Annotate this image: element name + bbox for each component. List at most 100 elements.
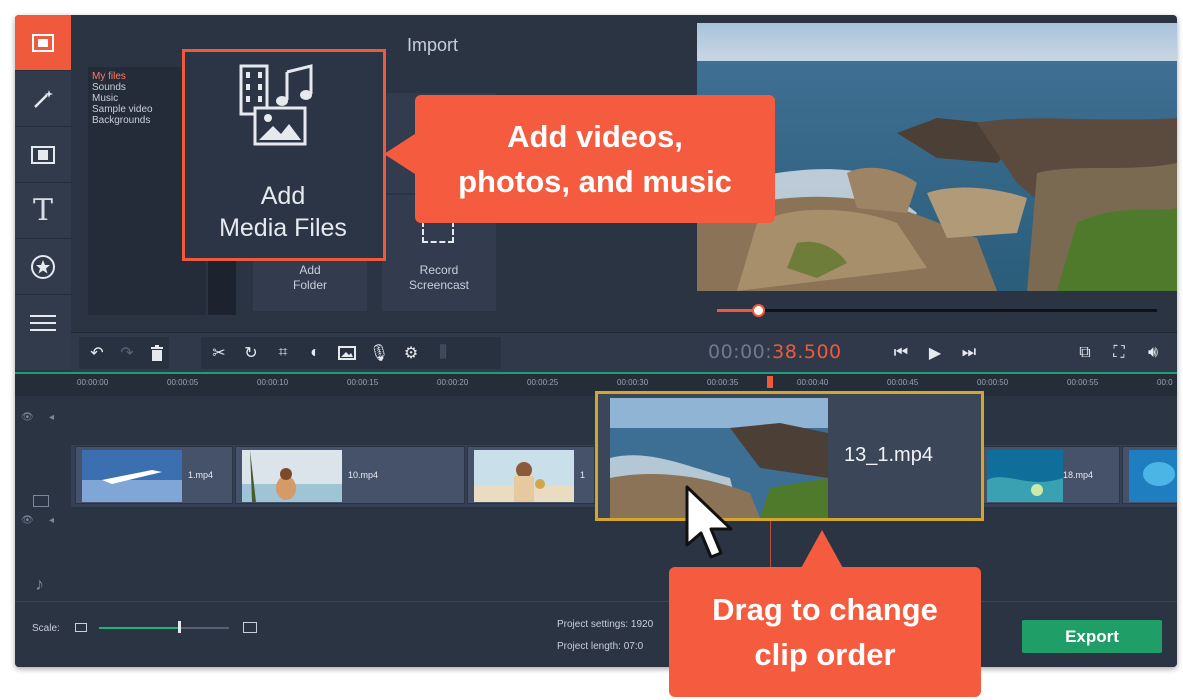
timeline-clip[interactable]: 10.mp4 <box>235 446 465 504</box>
ruler-tick: 00:0 <box>1157 378 1173 387</box>
rotate-button[interactable]: ↻ <box>237 339 265 367</box>
magic-wand-icon <box>34 89 53 108</box>
list-icon <box>30 315 56 331</box>
microphone-icon: 🎙︎ <box>368 345 390 362</box>
callout-drag-clip: Drag to change clip order <box>669 567 981 697</box>
volume-button[interactable]: 🔊︎ <box>1139 339 1167 367</box>
contrast-icon: ◐ <box>310 344 320 361</box>
ruler-tick: 00:00:15 <box>347 378 379 387</box>
ruler-tick: 00:00:10 <box>257 378 289 387</box>
dragged-clip[interactable]: 13_1.mp4 <box>595 391 984 521</box>
undo-icon: ↶ <box>90 345 104 362</box>
speaker-icon: 🔊︎ <box>1147 344 1159 361</box>
playhead-marker[interactable] <box>767 376 773 388</box>
scale-slider-handle[interactable] <box>178 621 181 633</box>
ruler-tick: 00:00:20 <box>437 378 469 387</box>
play-button[interactable]: ▶ <box>921 339 949 367</box>
scrubber-handle[interactable] <box>752 304 765 317</box>
import-tab[interactable] <box>15 15 71 71</box>
text-t-icon: T <box>32 193 53 228</box>
gear-icon: ⚙ <box>403 345 419 362</box>
transitions-tab[interactable] <box>15 127 71 183</box>
overlay-track-controls: 👁︎ ◂ <box>15 406 71 436</box>
ruler-tick: 00:00:35 <box>707 378 739 387</box>
film-icon <box>32 33 54 52</box>
previous-frame-button[interactable]: ⏮ <box>887 339 915 367</box>
ruler-tick: 00:00:05 <box>167 378 199 387</box>
add-media-highlight <box>182 49 386 261</box>
redo-icon: ↷ <box>120 345 134 362</box>
clip-name: 18.mp4 <box>1063 470 1094 480</box>
clip-thumbnail <box>82 450 182 502</box>
clip-thumbnail <box>474 450 574 502</box>
image-button[interactable] <box>333 339 361 367</box>
titles-tab[interactable]: T <box>15 183 71 239</box>
project-settings-text: Project settings: 1920 <box>557 619 654 630</box>
ruler-tick: 00:00:55 <box>1067 378 1099 387</box>
callout-pointer <box>384 132 418 176</box>
stickers-tab[interactable] <box>15 239 71 295</box>
fullscreen-icon: ⛶ <box>1113 344 1125 361</box>
rotate-icon: ↻ <box>244 345 258 362</box>
scale-label: Scale: <box>32 623 60 634</box>
undo-button[interactable]: ↶ <box>83 339 111 367</box>
timeline-clip[interactable]: 1 <box>467 446 595 504</box>
eye-icon[interactable]: 👁︎ <box>21 515 34 526</box>
scrubber-progress <box>717 309 757 312</box>
detach-preview-button[interactable]: ⧉ <box>1071 339 1099 367</box>
scale-slider-fill <box>99 627 179 629</box>
preview-scrubber[interactable] <box>697 291 1177 331</box>
dragged-clip-name: 13_1.mp4 <box>844 444 933 466</box>
speaker-icon[interactable]: ◂ <box>49 515 54 526</box>
fullscreen-button[interactable]: ⛶ <box>1105 339 1133 367</box>
video-track-controls: 👁︎ ◂ <box>15 491 71 531</box>
skip-forward-icon: ⏭ <box>961 344 977 361</box>
redo-button[interactable]: ↷ <box>113 339 141 367</box>
mouse-cursor-icon <box>685 485 733 559</box>
crop-button[interactable]: ⌗ <box>269 339 297 367</box>
picture-icon <box>338 346 356 360</box>
more-tools-tab[interactable] <box>15 295 71 351</box>
ruler-tick: 00:00:40 <box>797 378 829 387</box>
crop-icon: ⌗ <box>278 344 288 361</box>
ruler-tick: 00:00:50 <box>977 378 1009 387</box>
callout-pointer <box>800 530 844 570</box>
timeline-clip[interactable] <box>1122 446 1177 504</box>
clip-name: 1.mp4 <box>188 470 214 480</box>
sticker-star-icon <box>31 254 55 279</box>
transition-icon <box>31 145 55 164</box>
split-button[interactable]: ✂ <box>205 339 233 367</box>
timeline-footer: Scale: Project settings: 1920 Project le… <box>15 601 1177 667</box>
play-icon: ▶ <box>928 345 942 362</box>
timeline-clip[interactable]: 1.mp4 <box>75 446 233 504</box>
callout-add-media: Add videos, photos, and music <box>415 95 775 223</box>
delete-button[interactable] <box>143 339 171 367</box>
clip-properties-button[interactable]: ⚙ <box>397 339 425 367</box>
record-audio-button[interactable]: 🎙︎ <box>365 339 393 367</box>
external-window-icon: ⧉ <box>1079 344 1091 361</box>
ruler-tick: 00:00:25 <box>527 378 559 387</box>
zoom-in-icon[interactable] <box>243 622 257 633</box>
clip-name: 1 <box>580 470 586 480</box>
filters-tab[interactable] <box>15 71 71 127</box>
clip-thumbnail <box>242 450 342 502</box>
speaker-icon[interactable]: ◂ <box>49 412 54 423</box>
skip-back-icon: ⏮ <box>893 344 909 361</box>
next-frame-button[interactable]: ⏭ <box>955 339 983 367</box>
timeline-clip[interactable]: 18.mp4 <box>980 446 1120 504</box>
zoom-out-icon[interactable] <box>75 623 87 632</box>
color-adjust-button[interactable]: ◐ <box>301 339 329 367</box>
scissors-icon: ✂ <box>212 345 226 362</box>
eye-icon[interactable]: 👁︎ <box>21 412 34 423</box>
equalizer-icon: ⫼ <box>439 344 447 361</box>
export-button[interactable]: Export <box>1022 620 1162 653</box>
record-screencast-label: Record Screencast <box>408 263 470 292</box>
scrubber-track[interactable] <box>717 309 1157 312</box>
equalizer-button[interactable]: ⫼ <box>429 339 457 367</box>
editing-toolbar: ↶ ↷ ✂ ↻ ⌗ ◐ 🎙︎ ⚙ ⫼ 00:00:38.500 ⏮ ▶ ⏭ ⧉ <box>71 332 1177 372</box>
screencast-icon <box>422 221 454 243</box>
add-folder-label: Add Folder <box>292 263 327 292</box>
ruler-tick: 00:00:00 <box>77 378 109 387</box>
clip-name: 10.mp4 <box>348 470 379 480</box>
clip-thumbnail <box>1129 450 1177 502</box>
